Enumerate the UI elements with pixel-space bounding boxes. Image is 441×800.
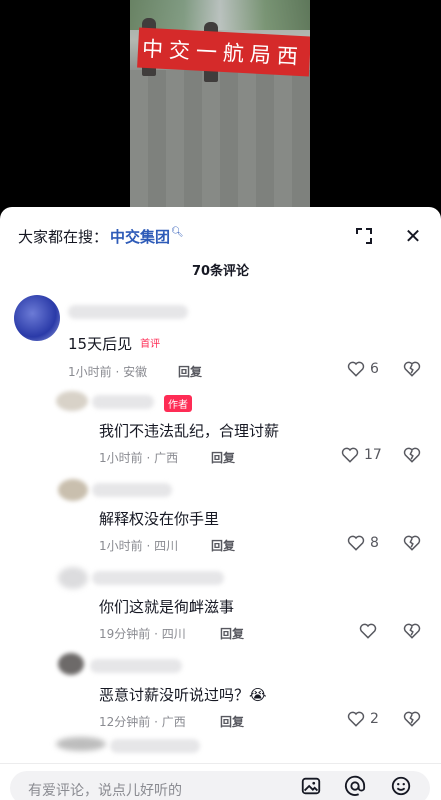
author-badge: 作者 [164,395,192,412]
comment-time: 1小时前 · 安徽 [68,365,148,379]
avatar[interactable] [14,295,60,341]
dislike-icon[interactable] [402,533,422,553]
suggested-search[interactable]: 大家都在搜： 中交集团 🔍︎ [18,225,184,247]
avatar[interactable] [58,479,88,501]
like-button[interactable]: 2 [346,709,379,729]
comment-text: 恶意讨薪没听说过吗？😭 [99,686,267,704]
close-icon: ✕ [404,224,422,248]
heart-icon [347,711,365,727]
username-blurred[interactable] [92,483,172,497]
suggested-search-prefix: 大家都在搜： [18,227,109,246]
comment-time: 1小时前 · 广西 [99,451,179,465]
reply-button[interactable]: 回复 [178,363,202,380]
reply-button[interactable]: 回复 [211,449,235,466]
mention-icon[interactable] [344,775,366,797]
heart-icon [359,623,377,639]
like-count: 2 [370,711,379,727]
dislike-icon[interactable] [402,359,422,379]
video-player[interactable]: 中交一航局西 [130,0,310,215]
search-icon: 🔍︎ [171,226,184,238]
reply-button[interactable]: 回复 [220,713,244,730]
first-comment-badge: 首评 [140,339,161,350]
dislike-icon[interactable] [402,709,422,729]
comment-time: 19分钟前 · 四川 [99,627,186,641]
avatar[interactable] [56,391,88,411]
video-pavement [130,70,310,215]
dislike-icon[interactable] [402,445,422,465]
heart-icon [347,535,365,551]
like-button[interactable]: 17 [340,445,382,465]
close-button[interactable]: ✕ [399,222,427,250]
like-count: 8 [370,535,379,551]
comment-time: 12分钟前 · 广西 [99,715,186,729]
username-blurred[interactable] [92,571,224,585]
avatar[interactable] [56,737,106,751]
username-blurred[interactable] [92,395,154,409]
dislike-icon[interactable] [402,621,422,641]
heart-icon [341,447,359,463]
avatar[interactable] [58,653,84,675]
reply-button[interactable]: 回复 [220,625,244,642]
comment-item: 作者 我们不违法乱纪，合理讨薪 1小时前 · 广西 回复 17 [0,385,441,473]
username-blurred[interactable] [110,739,200,753]
like-count: 6 [370,361,379,377]
suggested-search-keyword[interactable]: 中交集团 [110,226,170,247]
avatar[interactable] [58,567,88,589]
heart-icon [347,361,365,377]
comment-item: 15天后见 首评 1小时前 · 安徽 回复 6 [0,295,441,385]
like-button[interactable]: 8 [346,533,379,553]
reply-button[interactable]: 回复 [211,537,235,554]
comment-input-placeholder: 有爱评论，说点儿好听的 [28,783,182,799]
like-button[interactable] [358,621,382,641]
comment-text: 15天后见 首评 [68,335,161,353]
comment-time: 1小时前 · 四川 [99,539,179,553]
expand-icon[interactable] [352,224,376,248]
comment-input[interactable]: 有爱评论，说点儿好听的 [10,771,430,800]
comment-item: 恶意讨薪没听说过吗？😭 12分钟前 · 广西 回复 2 [0,649,441,737]
username-blurred[interactable] [90,659,182,673]
comment-item: 你们这就是徇衅滋事 19分钟前 · 四川 回复 [0,561,441,649]
like-button[interactable]: 6 [346,359,379,379]
comment-item: 解释权没在你手里 1小时前 · 四川 回复 8 [0,473,441,561]
comment-input-bar: 有爱评论，说点儿好听的 [0,763,441,800]
like-count: 17 [364,447,382,463]
comment-item-partial [0,735,441,765]
comments-sheet: 大家都在搜： 中交集团 🔍︎ ✕ 70条评论 15天后见 首评 1小时前 · 安徽… [0,207,441,800]
emoji-icon[interactable] [390,775,412,797]
image-icon[interactable] [300,775,322,797]
comment-text: 解释权没在你手里 [99,510,220,528]
comment-text: 我们不违法乱纪，合理讨薪 [99,422,280,440]
comment-count: 70条评论 [191,264,250,279]
username-blurred[interactable] [68,305,188,319]
video-background-trees [130,0,310,30]
comment-text: 你们这就是徇衅滋事 [99,598,235,616]
